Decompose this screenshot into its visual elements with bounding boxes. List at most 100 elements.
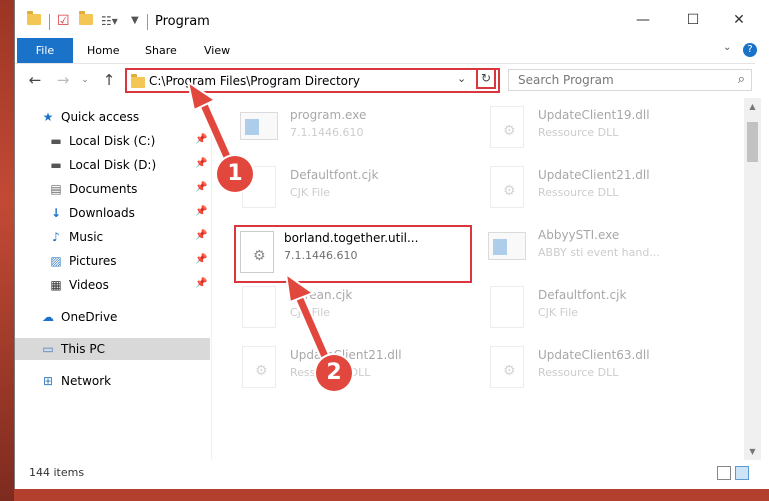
sidebar-item-this-pc[interactable]: ▭ This PC [15, 338, 210, 360]
file-description: 7.1.1446.610 [290, 126, 364, 139]
file-description: CJK File [538, 306, 579, 319]
title-bar: ☑ ☷▾ ▼ Program — ☐ ✕ [15, 0, 755, 38]
cjk-file-icon [490, 286, 524, 328]
pictures-icon: ▨ [50, 254, 62, 268]
file-name: Defaultfont.cjk [538, 288, 627, 302]
vertical-scrollbar[interactable]: ▲ ▼ [744, 98, 761, 460]
sidebar-item-label: Music [69, 230, 104, 244]
sidebar-item-local-disk-c[interactable]: ▬ Local Disk (C:) 📌 [15, 130, 210, 152]
file-name: Defaultfont.cjk [290, 168, 379, 182]
file-item-borland[interactable]: ⚙ borland.together.util... 7.1.1446.610 [236, 227, 476, 279]
sidebar-item-pictures[interactable]: ▨ Pictures 📌 [15, 250, 210, 272]
file-description: ABBY sti event hand... [538, 246, 660, 259]
navigation-bar: ← → ⌄ ↑ C:\Program Files\Program Directo… [15, 63, 755, 98]
search-icon[interactable]: ⌕ [738, 72, 745, 87]
pin-icon[interactable]: 📌 [195, 134, 207, 145]
sidebar-item-documents[interactable]: ▤ Documents 📌 [15, 178, 210, 200]
file-item[interactable]: Defaultfont.cjk CJK File [484, 282, 724, 334]
pin-icon[interactable]: 📌 [195, 230, 207, 241]
network-icon: ⊞ [42, 374, 54, 388]
pin-icon[interactable]: 📌 [195, 278, 207, 289]
file-description: Ressource DLL [538, 186, 619, 199]
pin-icon[interactable]: 📌 [195, 206, 207, 217]
music-icon: ♪ [52, 230, 60, 244]
maximize-button[interactable]: ☐ [683, 10, 703, 30]
dll-file-icon: ⚙ [242, 346, 276, 388]
file-item[interactable]: Korean.cjk CJK File [236, 282, 476, 334]
scroll-up-icon[interactable]: ▲ [744, 98, 761, 115]
sidebar-item-quick-access[interactable]: ★ Quick access [15, 106, 210, 128]
ribbon-tabs: File Home Share View ⌄ ? [15, 38, 757, 64]
callout-step-2: 2 [316, 355, 352, 391]
search-placeholder: Search Program [518, 73, 614, 87]
drive-icon: ▬ [50, 134, 62, 148]
chevron-down-icon[interactable]: ▼ [131, 14, 139, 28]
back-arrow-icon[interactable]: ← [25, 69, 45, 91]
file-name: UpdateClient63.dll [538, 348, 650, 362]
scroll-down-icon[interactable]: ▼ [744, 443, 761, 460]
minimize-button[interactable]: — [633, 10, 653, 30]
sidebar-item-onedrive[interactable]: ☁ OneDrive [15, 306, 210, 328]
recent-locations-icon[interactable]: ⌄ [75, 69, 95, 91]
tab-share[interactable]: Share [145, 38, 177, 63]
properties-icon[interactable]: ☑ [57, 14, 70, 28]
divider [49, 14, 50, 30]
file-name: program.exe [290, 108, 367, 122]
sidebar-item-label: Network [61, 374, 112, 388]
search-input[interactable]: Search Program ⌕ [508, 69, 752, 91]
file-description: CJK File [290, 186, 331, 199]
cloud-icon: ☁ [42, 310, 54, 324]
tab-file[interactable]: File [17, 38, 73, 63]
close-button[interactable]: ✕ [729, 10, 749, 30]
file-name: UpdateClient21.dll [538, 168, 650, 182]
refresh-button[interactable]: ↻ [476, 68, 496, 89]
pin-icon[interactable]: 📌 [195, 182, 207, 193]
new-folder-icon[interactable] [79, 11, 93, 28]
file-item[interactable]: ⚙ UpdateClient63.dll Ressource DLL [484, 342, 724, 394]
callout-step-1: 1 [217, 156, 253, 192]
file-item[interactable]: AbbyySTI.exe ABBY sti event hand... [484, 222, 724, 274]
file-description: Ressource DLL [538, 366, 619, 379]
file-name: borland.together.util... [284, 231, 419, 245]
sidebar-item-music[interactable]: ♪ Music 📌 [15, 226, 210, 248]
file-name: UpdateClient19.dll [538, 108, 650, 122]
address-path[interactable]: C:\Program Files\Program Directory [149, 73, 360, 90]
up-arrow-icon[interactable]: ↑ [99, 69, 119, 91]
chevron-down-icon[interactable]: ⌄ [457, 72, 466, 85]
tiles-view-icon[interactable] [735, 466, 749, 480]
file-item[interactable]: ⚙ UpdateClient21.dll Ressource DLL [484, 162, 724, 214]
customize-toolbar-icon[interactable]: ☷▾ [101, 14, 118, 28]
tab-view[interactable]: View [204, 38, 230, 63]
sidebar-item-network[interactable]: ⊞ Network [15, 370, 210, 392]
star-icon: ★ [42, 110, 54, 124]
address-bar[interactable]: C:\Program Files\Program Directory ⌄ [125, 68, 500, 93]
file-item[interactable]: ⚙ UpdateClient21.dll Ressource DLL [236, 342, 476, 394]
folder-icon [131, 74, 145, 91]
pin-icon[interactable]: 📌 [195, 158, 207, 169]
file-name: AbbyySTI.exe [538, 228, 620, 242]
sidebar-item-downloads[interactable]: ↓ Downloads 📌 [15, 202, 210, 224]
file-description: Ressource DLL [538, 126, 619, 139]
forward-arrow-icon[interactable]: → [53, 69, 73, 91]
sidebar-item-label: This PC [61, 342, 105, 356]
details-view-icon[interactable] [717, 466, 731, 480]
explorer-window: ☑ ☷▾ ▼ Program — ☐ ✕ File Home Share Vie… [14, 0, 769, 489]
document-icon: ▤ [50, 182, 62, 196]
sidebar-item-local-disk-d[interactable]: ▬ Local Disk (D:) 📌 [15, 154, 210, 176]
sidebar-item-label: OneDrive [61, 310, 118, 324]
file-item[interactable]: program.exe 7.1.1446.610 [236, 102, 476, 154]
file-item[interactable]: ⚙ UpdateClient19.dll Ressource DLL [484, 102, 724, 154]
tab-home[interactable]: Home [87, 38, 119, 63]
file-item[interactable]: Defaultfont.cjk CJK File [236, 162, 476, 214]
file-description: 7.1.1446.610 [284, 249, 358, 262]
sidebar-item-videos[interactable]: ▦ Videos 📌 [15, 274, 210, 296]
divider [147, 14, 148, 30]
scroll-thumb[interactable] [747, 122, 758, 162]
file-name: Korean.cjk [290, 288, 353, 302]
chevron-down-icon[interactable]: ⌄ [723, 42, 731, 53]
cjk-file-icon [242, 286, 276, 328]
dll-file-icon: ⚙ [490, 166, 524, 208]
highlighted-file-item[interactable]: ⚙ borland.together.util... 7.1.1446.610 [234, 225, 472, 283]
pin-icon[interactable]: 📌 [195, 254, 207, 265]
help-icon[interactable]: ? [743, 43, 757, 57]
